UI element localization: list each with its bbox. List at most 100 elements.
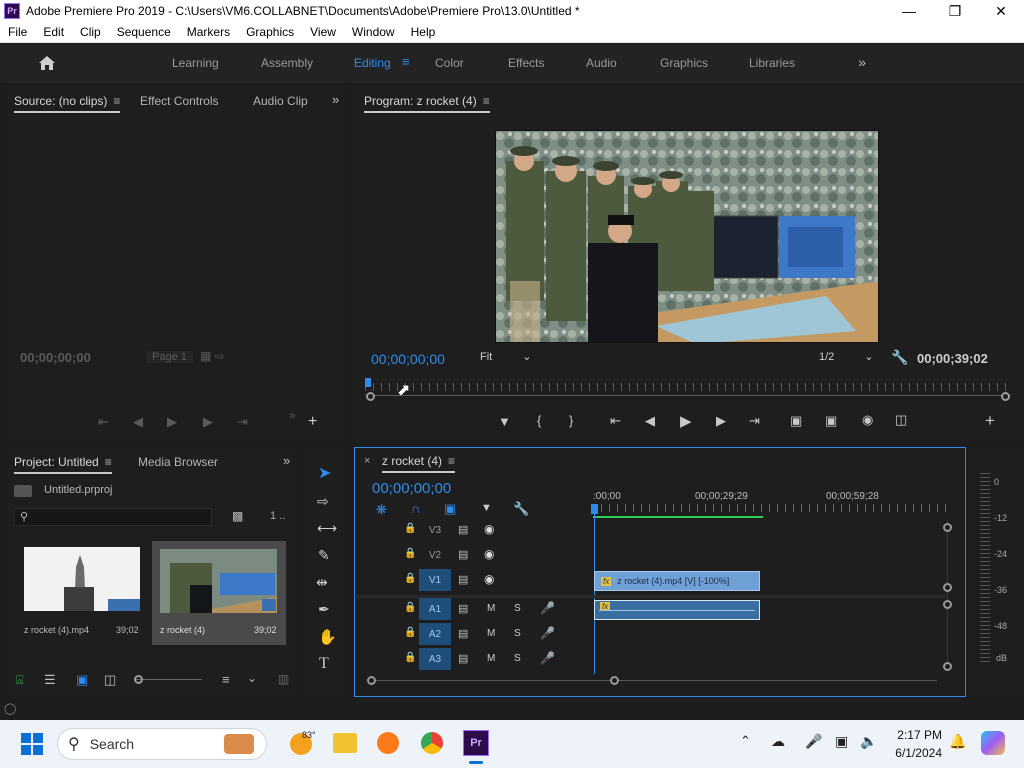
lock-track-icon[interactable]: 🔒 — [404, 548, 416, 559]
panel-menu-icon[interactable]: ≡ — [113, 94, 120, 108]
toggle-output-eye-icon[interactable]: ◉ — [484, 522, 494, 536]
lift-icon[interactable]: ▣ — [790, 413, 802, 429]
source-step-forward-icon[interactable]: ▶ — [203, 414, 213, 430]
program-settings-wrench-icon[interactable]: 🔧 — [891, 349, 908, 366]
program-zoom-handle-right[interactable] — [1001, 392, 1010, 401]
add-marker-timeline-icon[interactable]: ▼ — [481, 502, 492, 514]
mute-track-button[interactable]: M — [487, 628, 495, 639]
windows-start-icon[interactable] — [21, 733, 43, 755]
lock-track-icon[interactable]: 🔒 — [404, 627, 416, 638]
tab-project[interactable]: Project: Untitled ≡ — [14, 455, 112, 474]
horizontal-zoom-handle-left[interactable] — [367, 676, 376, 685]
source-go-out-icon[interactable]: ⇥ — [237, 414, 248, 430]
voice-over-microphone-icon[interactable]: 🎤 — [540, 651, 555, 665]
source-add-button-icon[interactable]: + — [308, 413, 317, 431]
source-step-back-icon[interactable]: ◀ — [133, 414, 143, 430]
menu-clip[interactable]: Clip — [72, 25, 109, 39]
toggle-output-eye-icon[interactable]: ◉ — [484, 572, 494, 586]
panel-overflow-icon[interactable]: » — [332, 92, 339, 107]
sort-icon[interactable]: ≡ — [222, 672, 230, 687]
track-label-a1[interactable]: A1 — [419, 598, 451, 620]
track-select-tool-icon[interactable]: ⇨ — [317, 493, 329, 510]
menu-sequence[interactable]: Sequence — [109, 25, 179, 39]
tab-media-browser[interactable]: Media Browser — [138, 455, 218, 469]
mute-track-button[interactable]: M — [487, 653, 495, 664]
solo-track-button[interactable]: S — [514, 628, 521, 639]
automate-to-sequence-icon[interactable]: ▥ — [278, 672, 289, 686]
program-timecode[interactable]: 00;00;00;00 — [371, 351, 445, 367]
workspace-tab-learning[interactable]: Learning — [172, 56, 219, 70]
sync-lock-icon[interactable]: ▤ — [458, 548, 468, 561]
slip-tool-icon[interactable]: ⇹ — [316, 574, 328, 591]
mark-out-icon[interactable]: } — [569, 413, 573, 428]
source-page-select[interactable]: Page 1 — [146, 351, 193, 363]
workspace-tab-audio[interactable]: Audio — [586, 56, 617, 70]
project-item-clip[interactable]: z rocket (4).mp4 39;02 — [18, 541, 148, 643]
tab-source[interactable]: Source: (no clips) ≡ — [14, 94, 121, 113]
track-label-v3[interactable]: V3 — [419, 519, 451, 541]
program-menu-icon[interactable]: ≡ — [483, 94, 490, 108]
source-overflow-icon[interactable]: » — [289, 408, 296, 422]
timeline-playhead[interactable] — [591, 504, 598, 514]
network-offline-icon[interactable]: ☁ — [771, 733, 785, 750]
lock-icon[interactable]: ⍓ — [16, 673, 23, 688]
export-frame-camera-icon[interactable]: ◉ — [862, 412, 873, 428]
workspace-tab-color[interactable]: Color — [435, 56, 464, 70]
pen-tool-icon[interactable]: ✒ — [318, 601, 330, 618]
video-clip[interactable]: fx z rocket (4).mp4 [V] [-100%] — [594, 571, 760, 591]
chrome-icon[interactable] — [421, 732, 443, 754]
sync-lock-icon[interactable]: ▤ — [458, 573, 468, 586]
new-bin-icon[interactable]: ▩ — [232, 509, 243, 523]
lock-track-icon[interactable]: 🔒 — [404, 602, 416, 613]
menu-help[interactable]: Help — [403, 25, 444, 39]
clock-date[interactable]: 6/1/2024 — [880, 746, 942, 760]
sequence-menu-icon[interactable]: ≡ — [448, 454, 455, 468]
timeline-timecode[interactable]: 00;00;00;00 — [372, 480, 451, 497]
home-icon[interactable] — [38, 55, 56, 71]
project-search-input[interactable]: ⚲ — [14, 508, 212, 526]
sync-lock-icon[interactable]: ▤ — [458, 652, 468, 665]
workspace-tab-effects[interactable]: Effects — [508, 56, 544, 70]
mute-track-button[interactable]: M — [487, 603, 495, 614]
maximize-button[interactable]: ❐ — [932, 0, 978, 22]
menu-view[interactable]: View — [302, 25, 344, 39]
timeline-ruler[interactable] — [593, 504, 953, 512]
source-settings-icon[interactable]: ▦ ⇨ — [200, 349, 225, 363]
microphone-icon[interactable]: 🎤 — [805, 733, 822, 750]
project-overflow-icon[interactable]: » — [283, 453, 290, 468]
tab-effect-controls[interactable]: Effect Controls — [140, 94, 218, 108]
notifications-bell-icon[interactable]: 🔔 — [949, 733, 966, 750]
voice-over-microphone-icon[interactable]: 🎤 — [540, 626, 555, 640]
ripple-edit-tool-icon[interactable]: ⟷ — [317, 520, 337, 537]
nest-toggle-icon[interactable]: ❋ — [376, 502, 387, 518]
program-zoom-handle-left[interactable] — [366, 392, 375, 401]
premiere-taskbar-icon[interactable]: Pr — [463, 730, 489, 756]
step-back-icon[interactable]: ◀ — [645, 413, 655, 429]
close-sequence-icon[interactable]: × — [364, 455, 370, 467]
go-to-in-icon[interactable]: ⇤ — [610, 413, 621, 429]
program-playhead[interactable] — [365, 378, 371, 387]
taskbar-search-box[interactable]: ⚲ Search — [57, 728, 267, 760]
snap-magnet-icon[interactable]: ∩ — [411, 501, 420, 516]
lock-track-icon[interactable]: 🔒 — [404, 573, 416, 584]
track-label-a3[interactable]: A3 — [419, 648, 451, 670]
toggle-output-eye-icon[interactable]: ◉ — [484, 547, 494, 561]
sort-chevron-down-icon[interactable]: ⌄ — [247, 671, 257, 685]
sync-lock-icon[interactable]: ▤ — [458, 523, 468, 536]
comparison-view-icon[interactable]: ◫ — [895, 412, 907, 428]
selection-tool-icon[interactable]: ➤ — [318, 463, 331, 483]
workspace-tab-assembly[interactable]: Assembly — [261, 56, 313, 70]
type-tool-icon[interactable]: T — [319, 655, 329, 673]
source-timecode[interactable]: 00;00;00;00 — [20, 350, 91, 365]
copilot-icon[interactable] — [981, 731, 1005, 755]
mark-in-icon[interactable]: { — [537, 413, 541, 428]
go-to-out-icon[interactable]: ⇥ — [749, 413, 760, 429]
timeline-horizontal-scroll[interactable] — [369, 680, 937, 681]
horizontal-zoom-handle-right[interactable] — [610, 676, 619, 685]
workspace-overflow-icon[interactable]: » — [858, 54, 866, 70]
track-label-v1[interactable]: V1 — [419, 569, 451, 591]
freeform-view-icon[interactable]: ◫ — [104, 672, 116, 688]
list-view-icon[interactable]: ☰ — [44, 672, 56, 688]
tab-program[interactable]: Program: z rocket (4) ≡ — [364, 94, 490, 113]
clock-time[interactable]: 2:17 PM — [880, 728, 942, 742]
